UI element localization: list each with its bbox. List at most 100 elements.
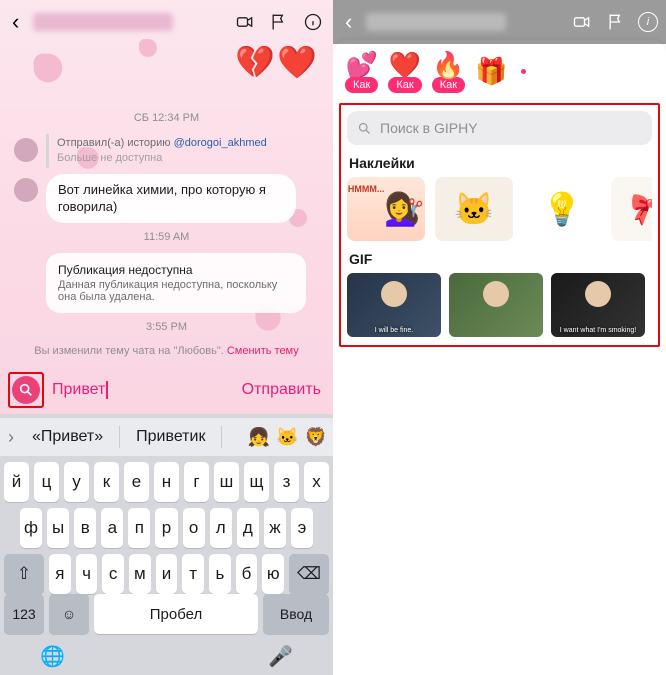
emoji-suggestion[interactable]: 👧: [248, 427, 270, 448]
theme-change-notice: Вы изменили тему чата на "Любовь". Смени…: [14, 345, 319, 357]
back-icon[interactable]: ‹: [8, 9, 23, 35]
reaction-heart[interactable]: ❤️Как: [388, 50, 421, 93]
key-ц[interactable]: ц: [34, 462, 59, 502]
key-а[interactable]: а: [101, 508, 123, 548]
mic-icon[interactable]: 🎤: [268, 644, 293, 669]
key-ж[interactable]: ж: [264, 508, 286, 548]
key-с[interactable]: с: [102, 554, 124, 594]
numbers-key[interactable]: 123: [4, 594, 44, 634]
reaction-hearts[interactable]: 💕Как: [345, 50, 378, 93]
text-caret: [106, 381, 108, 399]
gif-item[interactable]: [449, 273, 543, 337]
gif-item[interactable]: I want what I'm smoking!: [551, 273, 645, 337]
chat-title-blurred[interactable]: [33, 13, 173, 31]
timestamp: 3:55 PM: [14, 321, 319, 333]
key-ю[interactable]: ю: [262, 554, 284, 594]
flag-icon[interactable]: [604, 10, 628, 34]
key-ь[interactable]: ь: [209, 554, 231, 594]
space-key[interactable]: Пробел: [94, 594, 258, 634]
key-ы[interactable]: ы: [47, 508, 69, 548]
key-ш[interactable]: ш: [214, 462, 239, 502]
key-у[interactable]: у: [64, 462, 89, 502]
key-д[interactable]: д: [237, 508, 259, 548]
video-call-icon[interactable]: [233, 10, 257, 34]
gif-row[interactable]: I will be fine. I want what I'm smoking!: [347, 273, 652, 337]
key-и[interactable]: и: [156, 554, 178, 594]
key-х[interactable]: х: [304, 462, 329, 502]
key-й[interactable]: й: [4, 462, 29, 502]
sticker-item[interactable]: HMMM...💇‍♀️: [347, 177, 425, 241]
video-call-icon[interactable]: [570, 10, 594, 34]
globe-icon[interactable]: 🌐: [40, 644, 65, 669]
chat-title-blurred: [366, 13, 506, 31]
message-row: Отправил(-а) историю @dorogoi_akhmed Бол…: [14, 134, 319, 168]
chat-messages[interactable]: СБ 12:34 PM Отправил(-а) историю @dorogo…: [0, 44, 333, 366]
chat-header: ‹: [0, 0, 333, 44]
right-phone: ‹ i 💕Как ❤️Как 🔥Как 🎁 Поиск в GIPHY Накл…: [333, 0, 666, 675]
message-bubble[interactable]: Вот линейка химии, про которую я говорил…: [46, 174, 296, 224]
broken-heart-icon: 💔: [235, 46, 275, 78]
enter-key[interactable]: Ввод: [263, 594, 329, 634]
key-п[interactable]: п: [128, 508, 150, 548]
more-indicator: [521, 69, 526, 74]
key-к[interactable]: к: [94, 462, 119, 502]
shift-key[interactable]: ⇧: [4, 554, 44, 594]
key-л[interactable]: л: [210, 508, 232, 548]
key-row: 123 ☺ Пробел Ввод: [0, 594, 333, 640]
key-р[interactable]: р: [155, 508, 177, 548]
suggested-reactions: 💕Как ❤️Как 🔥Как 🎁: [333, 50, 666, 103]
keyboard: › «Привет» Приветик 👧 🐱 🦁 йцукенгшщзх фы…: [0, 414, 333, 675]
key-щ[interactable]: щ: [244, 462, 269, 502]
gif-heading: GIF: [347, 241, 652, 273]
key-г[interactable]: г: [184, 462, 209, 502]
gif-search-highlight: [8, 372, 44, 408]
message-input[interactable]: Привет: [52, 381, 105, 399]
gif-item[interactable]: I will be fine.: [347, 273, 441, 337]
avatar[interactable]: [14, 178, 38, 202]
key-ф[interactable]: ф: [20, 508, 42, 548]
giphy-search[interactable]: Поиск в GIPHY: [347, 111, 652, 145]
flag-icon[interactable]: [267, 10, 291, 34]
key-о[interactable]: о: [183, 508, 205, 548]
key-м[interactable]: м: [129, 554, 151, 594]
key-ч[interactable]: ч: [76, 554, 98, 594]
gif-sheet: 💕Как ❤️Как 🔥Как 🎁 Поиск в GIPHY Наклейки…: [333, 40, 666, 675]
back-icon[interactable]: ‹: [341, 9, 356, 35]
info-icon[interactable]: i: [638, 12, 658, 32]
key-б[interactable]: б: [236, 554, 258, 594]
key-е[interactable]: е: [124, 462, 149, 502]
chevron-right-icon[interactable]: ›: [6, 427, 16, 448]
reaction-gift[interactable]: 🎁: [475, 56, 507, 87]
backspace-key[interactable]: ⌫: [289, 554, 329, 594]
reaction-fire[interactable]: 🔥Как: [432, 50, 465, 93]
sticker-item[interactable]: 🎀: [611, 177, 652, 241]
info-icon[interactable]: [301, 10, 325, 34]
emoji-suggestion[interactable]: 🐱: [276, 427, 298, 448]
timestamp: СБ 12:34 PM: [14, 112, 319, 124]
dimmed-chat-header: ‹ i: [333, 0, 666, 44]
key-в[interactable]: в: [74, 508, 96, 548]
key-я[interactable]: я: [49, 554, 71, 594]
sticker-row[interactable]: HMMM...💇‍♀️ 🐱 💡 🎀: [347, 177, 652, 241]
theme-hearts: 💔 ❤️: [235, 46, 317, 78]
key-т[interactable]: т: [182, 554, 204, 594]
gif-search-button[interactable]: [12, 376, 40, 404]
emoji-key[interactable]: ☺: [49, 594, 89, 634]
mention-link[interactable]: @dorogoi_akhmed: [174, 137, 267, 149]
suggestion[interactable]: Приветик: [128, 428, 213, 446]
sticker-item[interactable]: 💡: [523, 177, 601, 241]
avatar[interactable]: [14, 138, 38, 162]
unavailable-post-card[interactable]: Публикация недоступна Данная публикация …: [46, 253, 306, 313]
sticker-item[interactable]: 🐱: [435, 177, 513, 241]
key-э[interactable]: э: [291, 508, 313, 548]
left-phone: ‹ 💔 ❤️ СБ 12:34 PM Отправил(-а) историю …: [0, 0, 333, 675]
send-button[interactable]: Отправить: [238, 381, 325, 399]
emoji-suggestion[interactable]: 🦁: [305, 427, 327, 448]
compose-bar: Привет Отправить: [0, 366, 333, 414]
suggestion[interactable]: «Привет»: [24, 428, 111, 446]
key-н[interactable]: н: [154, 462, 179, 502]
change-theme-link[interactable]: Сменить тему: [227, 345, 299, 357]
key-з[interactable]: з: [274, 462, 299, 502]
gif-panel-highlight: Поиск в GIPHY Наклейки HMMM...💇‍♀️ 🐱 💡 🎀…: [339, 103, 660, 347]
story-reply-ref[interactable]: Отправил(-а) историю @dorogoi_akhmed Бол…: [46, 134, 267, 168]
